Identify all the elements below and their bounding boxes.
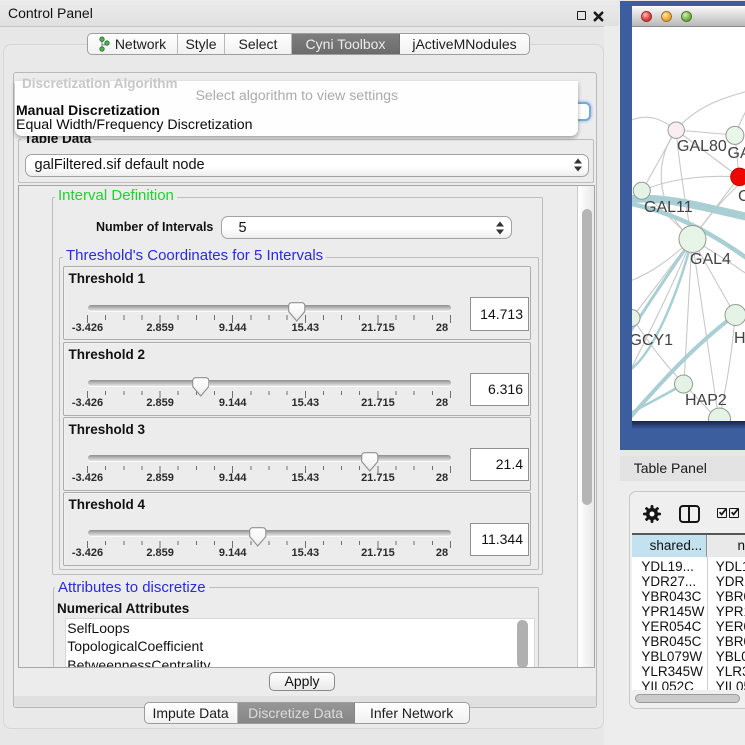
svg-text:GAL4: GAL4 bbox=[690, 251, 731, 268]
svg-text:GA: GA bbox=[727, 145, 745, 162]
svg-text:GAL80: GAL80 bbox=[677, 138, 727, 155]
svg-text:GCY1: GCY1 bbox=[632, 332, 673, 349]
svg-text:HAP2: HAP2 bbox=[685, 392, 727, 409]
svg-text:C: C bbox=[738, 188, 745, 205]
svg-text:GAL11: GAL11 bbox=[644, 199, 693, 216]
svg-text:H: H bbox=[734, 330, 745, 347]
